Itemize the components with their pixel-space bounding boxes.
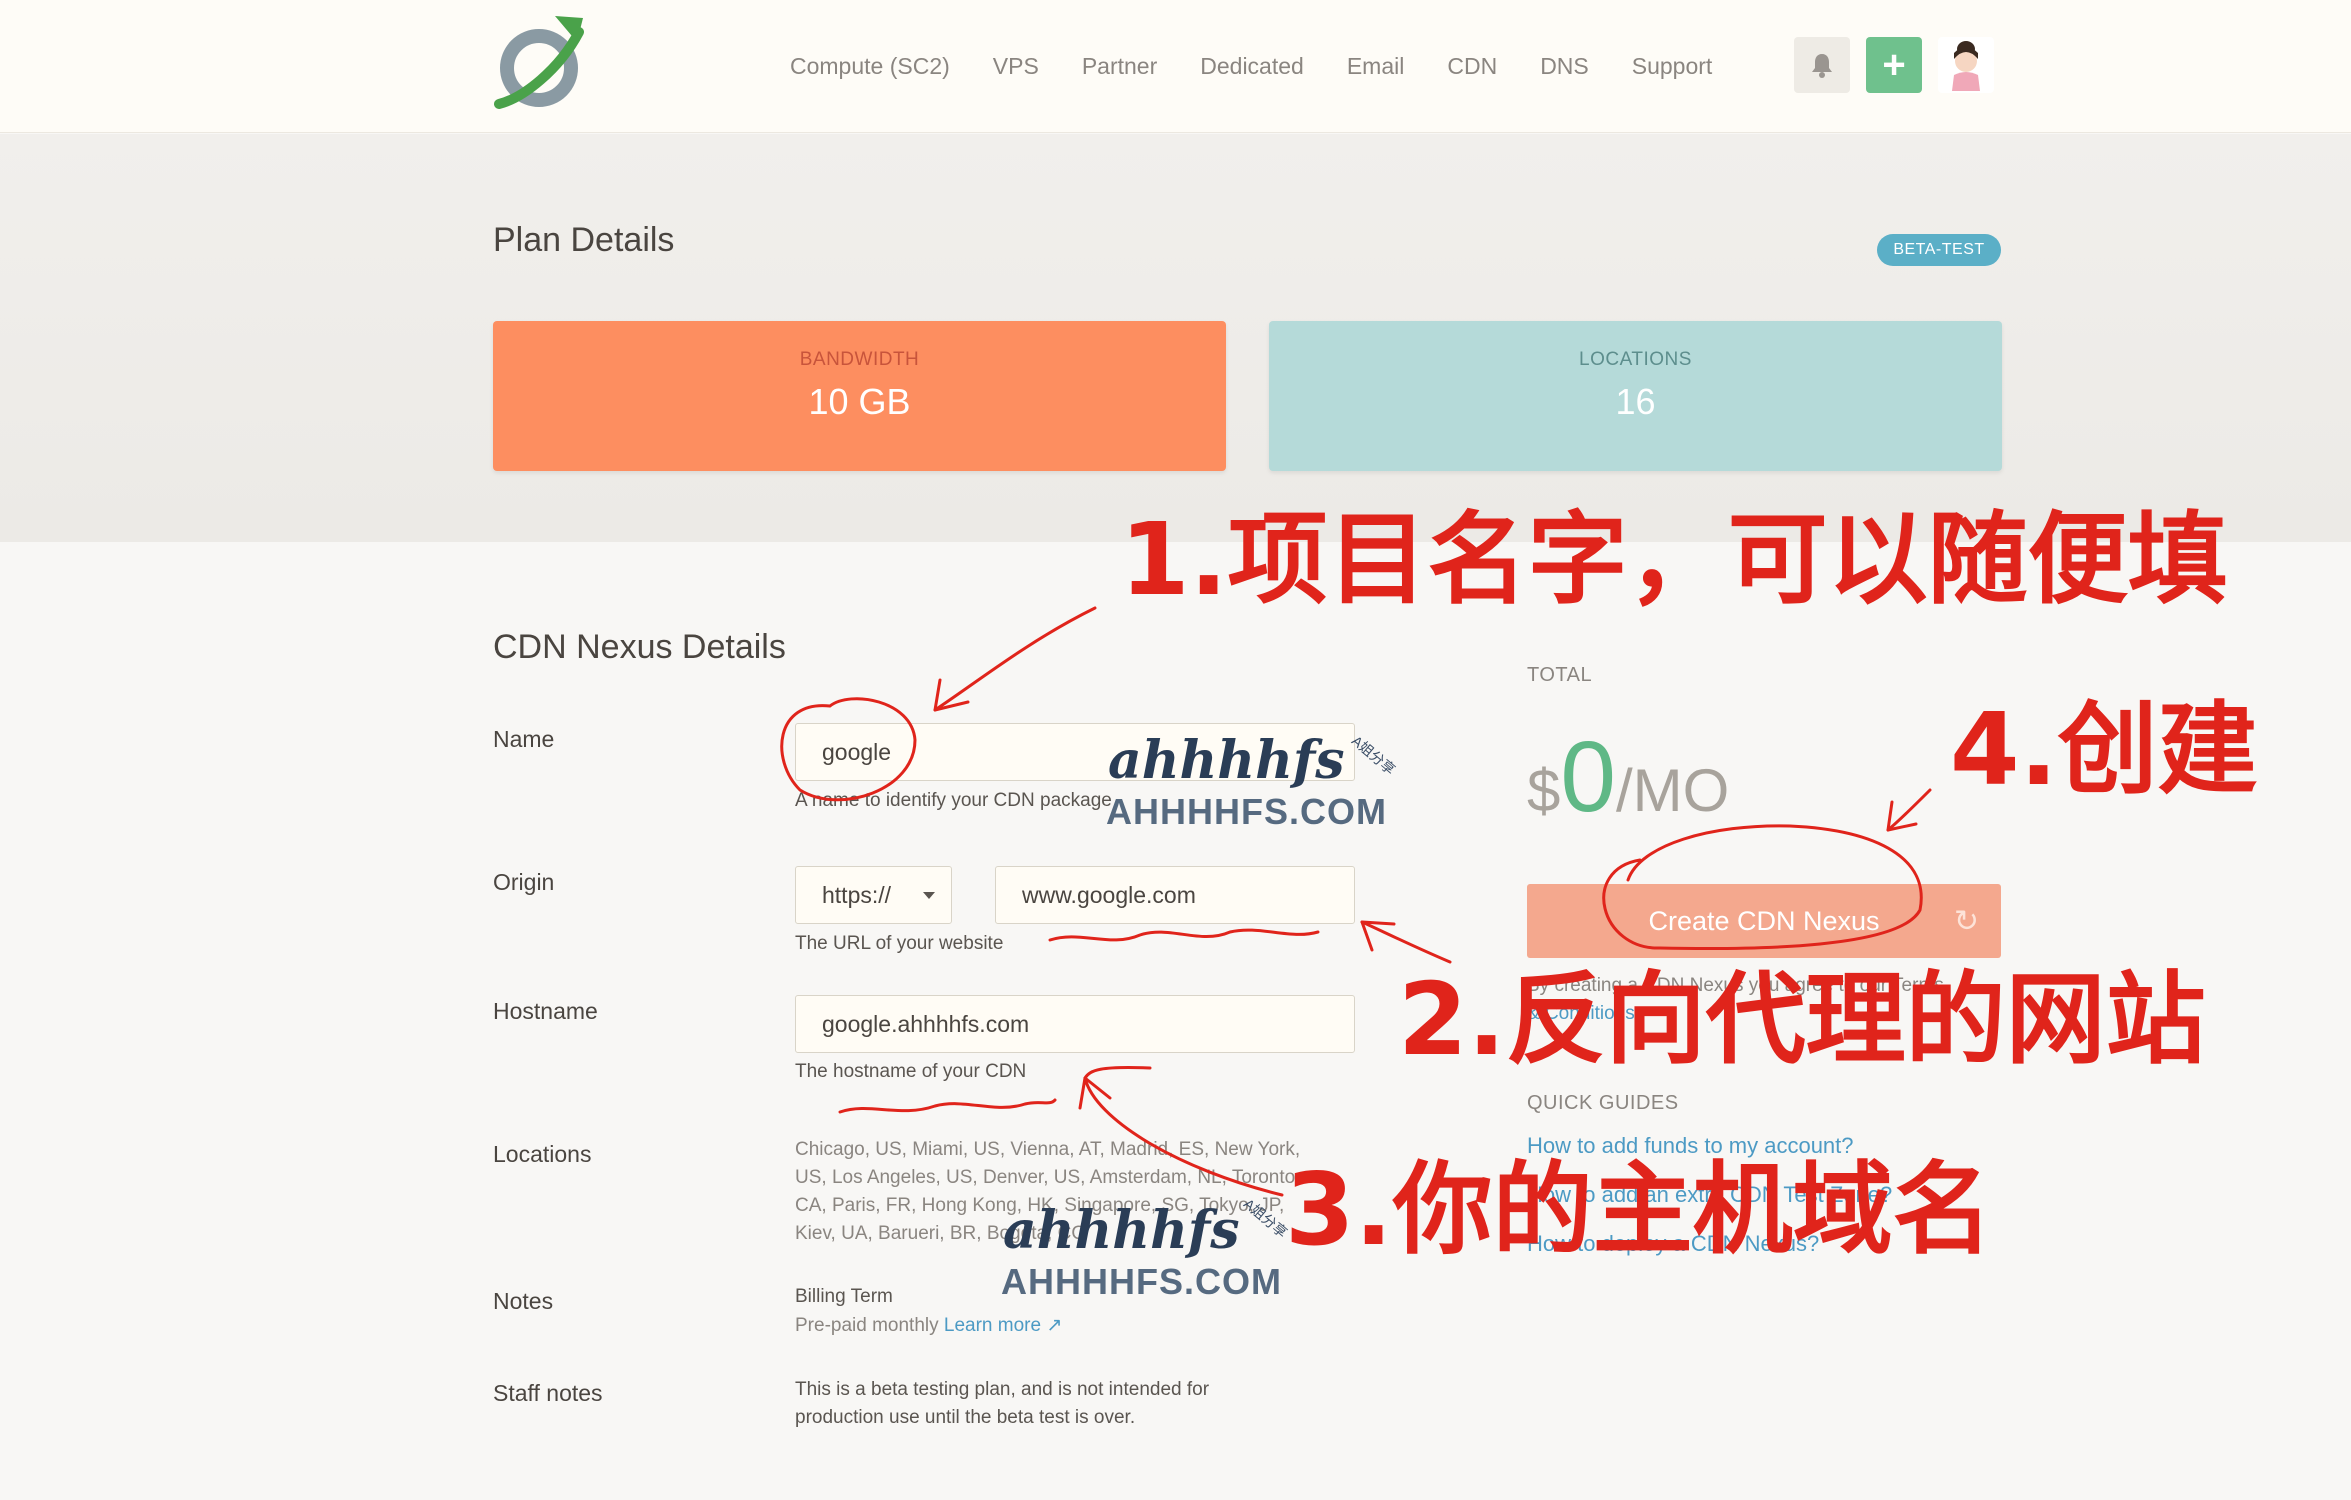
locations-card: LOCATIONS 16 [1269, 321, 2002, 471]
external-link-icon: ↗ [1046, 1315, 1063, 1336]
create-cdn-nexus-button[interactable]: Create CDN Nexus ↻ [1527, 884, 2001, 958]
billing-note: Pre-paid monthly Learn more ↗ [795, 1315, 1063, 1336]
cdn-nexus-details-title: CDN Nexus Details [493, 628, 786, 666]
arrow-head-origin [1360, 920, 1396, 952]
notes-label: Notes [493, 1288, 554, 1314]
nav-email[interactable]: Email [1347, 53, 1405, 80]
refresh-icon: ↻ [1953, 905, 1979, 938]
annotation-step-1: 1.项目名字，可以随便填 [1120, 501, 2228, 618]
locations-count-label: LOCATIONS [1579, 349, 1692, 370]
nav-partner[interactable]: Partner [1082, 53, 1157, 80]
plan-details-title: Plan Details [493, 221, 675, 259]
total-label: TOTAL [1527, 664, 1593, 686]
arrow-head-create [1886, 800, 1918, 832]
nav-dedicated[interactable]: Dedicated [1200, 53, 1304, 80]
origin-input[interactable]: www.google.com [995, 866, 1355, 924]
bandwidth-card: BANDWIDTH 10 GB [493, 321, 1226, 471]
quick-guides-title: QUICK GUIDES [1527, 1092, 1679, 1114]
user-avatar-button[interactable] [1938, 37, 1994, 93]
bandwidth-value: 10 GB [808, 381, 911, 422]
protocol-value: https:// [822, 881, 892, 908]
notifications-button[interactable] [1794, 37, 1850, 93]
annotation-step-2: 2.反向代理的网站 [1398, 961, 2206, 1078]
arrow-to-origin [1360, 920, 1452, 964]
underline-hostname [838, 1098, 1057, 1114]
staff-notes-label: Staff notes [493, 1380, 603, 1406]
price-currency: $ [1527, 757, 1561, 824]
bell-icon [1812, 54, 1832, 78]
arrow-to-create [1886, 788, 1932, 832]
origin-label: Origin [493, 869, 555, 895]
billing-term: Billing Term [795, 1286, 893, 1307]
watermark: ahhhhfs AHHHHFS.COM [1106, 730, 1387, 832]
avatar-icon [1952, 41, 1980, 91]
staff-notes-text: This is a beta testing plan, and is not … [795, 1379, 1210, 1428]
nav-compute[interactable]: Compute (SC2) [790, 53, 950, 80]
underline-origin [1048, 928, 1320, 942]
top-header: Compute (SC2) VPS Partner Dedicated Emai… [0, 0, 2351, 133]
price-amount: 0 [1560, 721, 1616, 833]
nav-support[interactable]: Support [1632, 53, 1713, 80]
create-button-label: Create CDN Nexus [1648, 905, 1880, 936]
add-button[interactable]: + [1866, 37, 1922, 93]
annotation-step-3: 3.你的主机域名 [1285, 1151, 1993, 1268]
nav-vps[interactable]: VPS [993, 53, 1039, 80]
arrow-head-hostname [1078, 1076, 1112, 1110]
arrow-head-name [933, 678, 970, 712]
bandwidth-label: BANDWIDTH [799, 349, 920, 370]
caret-down-icon [923, 892, 935, 899]
learn-more-link[interactable]: Learn more [944, 1315, 1041, 1336]
nav-dns[interactable]: DNS [1540, 53, 1589, 80]
beta-test-badge: BETA-TEST [1877, 234, 2001, 266]
name-label: Name [493, 726, 555, 752]
hostname-help: The hostname of your CDN [795, 1061, 1027, 1082]
origin-help: The URL of your website [795, 933, 1004, 954]
plus-icon: + [1882, 42, 1906, 87]
main-nav: Compute (SC2) VPS Partner Dedicated Emai… [790, 44, 1755, 88]
total-price: $ 0 /MO [1527, 720, 1729, 835]
locations-count-value: 16 [1615, 381, 1656, 422]
hostname-label: Hostname [493, 998, 598, 1024]
hostname-input[interactable]: google.ahhhhfs.com [795, 995, 1355, 1053]
protocol-select[interactable]: https:// [795, 866, 952, 924]
nav-cdn[interactable]: CDN [1447, 53, 1497, 80]
watermark-2: ahhhhfs AHHHHFS.COM [1001, 1200, 1282, 1302]
vultr-logo-icon[interactable] [493, 14, 585, 110]
name-help: A name to identify your CDN package [795, 790, 1112, 811]
locations-label: Locations [493, 1141, 592, 1167]
annotation-step-4: 4.创建 [1950, 691, 2258, 808]
arrow-to-name [933, 606, 1097, 712]
price-period: /MO [1616, 757, 1730, 824]
